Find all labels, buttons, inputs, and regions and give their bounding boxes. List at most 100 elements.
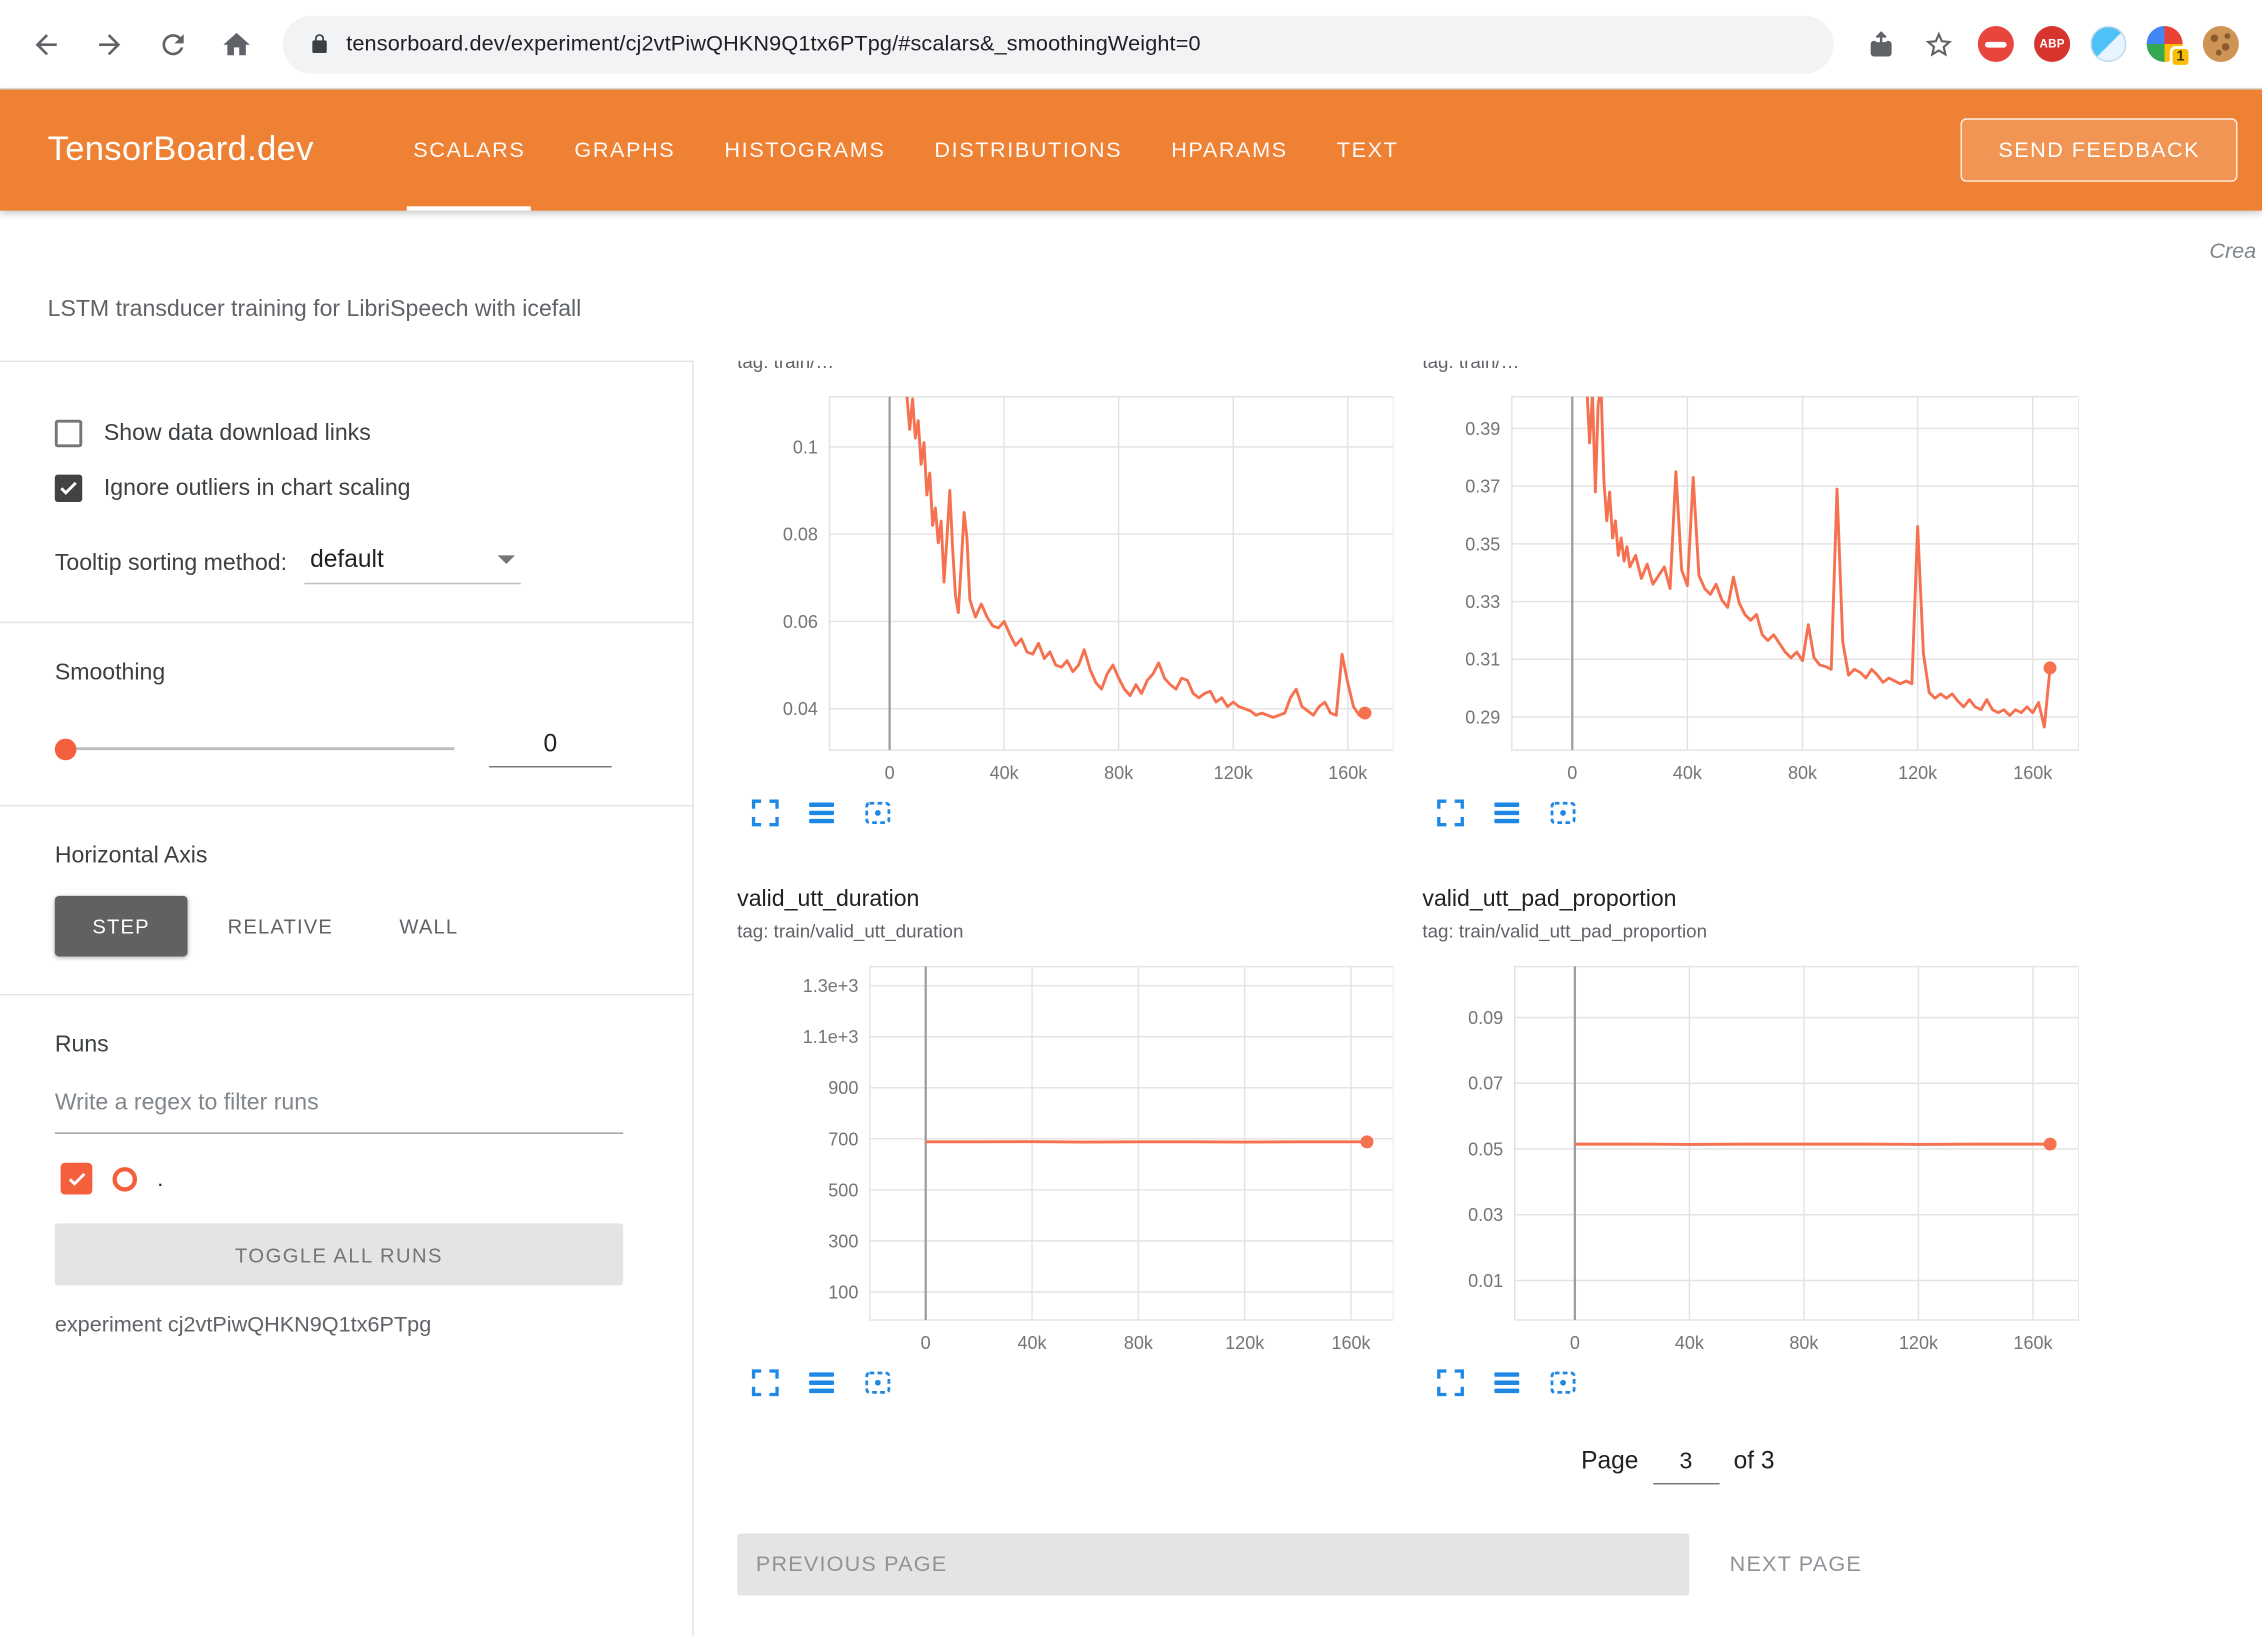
checkbox-label: Show data download links (104, 421, 371, 447)
run-color-swatch[interactable] (113, 1166, 138, 1191)
share-icon[interactable] (1862, 25, 1900, 63)
svg-text:0.01: 0.01 (1468, 1271, 1503, 1291)
svg-text:0: 0 (885, 763, 895, 783)
data-table-icon[interactable] (802, 1363, 840, 1401)
lock-icon (309, 33, 331, 55)
data-table-icon[interactable] (1487, 1363, 1525, 1401)
run-name: . (157, 1166, 163, 1191)
runs-filter-input[interactable] (55, 1082, 623, 1134)
subheader: Crea LSTM transducer training for LibriS… (0, 211, 2262, 361)
checkbox-checked-icon (55, 475, 82, 502)
svg-text:0.37: 0.37 (1465, 477, 1500, 497)
tab-hparams[interactable]: HPARAMS (1147, 89, 1313, 210)
address-bar[interactable]: tensorboard.dev/experiment/cj2vtPiwQHKN9… (283, 15, 1834, 73)
wall-button[interactable]: WALL (373, 896, 484, 957)
cookie-extension-icon[interactable] (2203, 26, 2239, 62)
send-feedback-button[interactable]: SEND FEEDBACK (1961, 118, 2238, 181)
chevron-down-icon (498, 555, 515, 564)
svg-text:0.29: 0.29 (1465, 707, 1500, 727)
abp-extension-icon[interactable]: ABP (2034, 26, 2070, 62)
chart-card-top-left: tag: train/… 0.040.060.080.1040k80k120k1… (737, 361, 1393, 834)
svg-text:160k: 160k (1331, 1333, 1371, 1353)
chart-title: valid_utt_duration (737, 883, 1393, 918)
tab-text[interactable]: TEXT (1312, 89, 1423, 210)
chart-tag: tag: train/… (1422, 361, 2078, 380)
back-icon[interactable] (17, 15, 75, 73)
expand-icon[interactable] (1431, 1363, 1469, 1401)
chart-tag: tag: train/… (737, 361, 1393, 380)
previous-page-button[interactable]: PREVIOUS PAGE (737, 1533, 1689, 1595)
tab-graphs[interactable]: GRAPHS (550, 89, 700, 210)
fit-domain-icon[interactable] (1544, 793, 1582, 831)
svg-text:80k: 80k (1124, 1333, 1154, 1353)
pagination: Page of 3 (1581, 1447, 1774, 1485)
bookmark-star-icon[interactable] (1920, 25, 1958, 63)
app-logo: TensorBoard.dev (48, 130, 314, 170)
expand-icon[interactable] (746, 1363, 784, 1401)
svg-text:100: 100 (828, 1282, 858, 1302)
scalar-chart[interactable]: 1003005007009001.1e+31.3e+3040k80k120k16… (737, 949, 1393, 1357)
expand-icon[interactable] (1431, 793, 1469, 831)
svg-text:40k: 40k (1673, 763, 1703, 783)
reader-extension-icon[interactable] (2090, 26, 2126, 62)
chart-actions (1422, 791, 2078, 834)
svg-text:0.1: 0.1 (793, 437, 818, 457)
chart-card-valid-utt-duration: valid_utt_duration tag: train/valid_utt_… (737, 883, 1393, 1404)
profile-avatar[interactable]: 1 (2147, 26, 2183, 62)
divider (0, 805, 692, 806)
chart-actions (737, 791, 1393, 834)
tab-scalars[interactable]: SCALARS (389, 89, 550, 210)
chart-actions (737, 1360, 1393, 1403)
smoothing-value-input[interactable] (489, 730, 612, 768)
tooltip-sorting-select[interactable]: default (304, 542, 520, 584)
svg-text:0.06: 0.06 (783, 612, 818, 632)
fit-domain-icon[interactable] (858, 1363, 896, 1401)
tab-distributions[interactable]: DISTRIBUTIONS (910, 89, 1147, 210)
svg-text:0.33: 0.33 (1465, 592, 1500, 612)
browser-window: tensorboard.dev/experiment/cj2vtPiwQHKN9… (0, 0, 2262, 1636)
svg-text:900: 900 (828, 1078, 858, 1098)
next-page-button[interactable]: NEXT PAGE (1721, 1551, 1871, 1578)
data-table-icon[interactable] (1487, 793, 1525, 831)
reload-icon[interactable] (144, 15, 202, 73)
svg-text:0.35: 0.35 (1465, 534, 1500, 554)
show-download-links-checkbox[interactable]: Show data download links (55, 420, 693, 447)
adblock-extension-icon[interactable] (1978, 26, 2014, 62)
scalar-chart[interactable]: 0.290.310.330.350.370.39040k80k120k160k (1422, 379, 2078, 787)
svg-text:0.39: 0.39 (1465, 419, 1500, 439)
data-table-icon[interactable] (802, 793, 840, 831)
relative-button[interactable]: RELATIVE (202, 896, 359, 957)
smoothing-slider[interactable] (58, 747, 455, 750)
settings-sidebar: Show data download links Ignore outliers… (0, 361, 694, 1636)
run-checkbox[interactable] (61, 1163, 93, 1195)
forward-icon[interactable] (81, 15, 139, 73)
svg-text:120k: 120k (1899, 1333, 1939, 1353)
chart-card-top-right: tag: train/… 0.290.310.330.350.370.39040… (1422, 361, 2078, 834)
svg-text:160k: 160k (1328, 763, 1368, 783)
fit-domain-icon[interactable] (1544, 1363, 1582, 1401)
chart-card-valid-utt-pad-proportion: valid_utt_pad_proportion tag: train/vali… (1422, 883, 2078, 1404)
ignore-outliers-checkbox[interactable]: Ignore outliers in chart scaling (55, 475, 693, 502)
svg-text:500: 500 (828, 1180, 858, 1200)
step-button[interactable]: STEP (55, 896, 187, 957)
fit-domain-icon[interactable] (858, 793, 896, 831)
tab-histograms[interactable]: HISTOGRAMS (700, 89, 910, 210)
slider-thumb[interactable] (55, 738, 77, 760)
home-icon[interactable] (208, 15, 266, 73)
toggle-all-runs-button[interactable]: TOGGLE ALL RUNS (55, 1223, 623, 1285)
scalar-chart[interactable]: 0.040.060.080.1040k80k120k160k (737, 379, 1393, 787)
divider (0, 622, 692, 623)
svg-text:0: 0 (1567, 763, 1577, 783)
page-number-input[interactable] (1653, 1450, 1719, 1485)
notification-badge: 1 (2170, 46, 2192, 68)
scalar-chart[interactable]: 0.010.030.050.070.09040k80k120k160k (1422, 949, 2078, 1357)
expand-icon[interactable] (746, 793, 784, 831)
chart-actions (1422, 1360, 2078, 1403)
experiment-id-label: experiment cj2vtPiwQHKN9Q1tx6PTpg (55, 1313, 693, 1338)
runs-label: Runs (55, 1033, 693, 1059)
created-text-clipped: Crea (2209, 239, 2256, 264)
svg-text:120k: 120k (1225, 1333, 1265, 1353)
run-row: . (61, 1163, 693, 1195)
svg-text:40k: 40k (990, 763, 1020, 783)
chart-tag: tag: train/valid_utt_pad_proportion (1422, 917, 2078, 949)
